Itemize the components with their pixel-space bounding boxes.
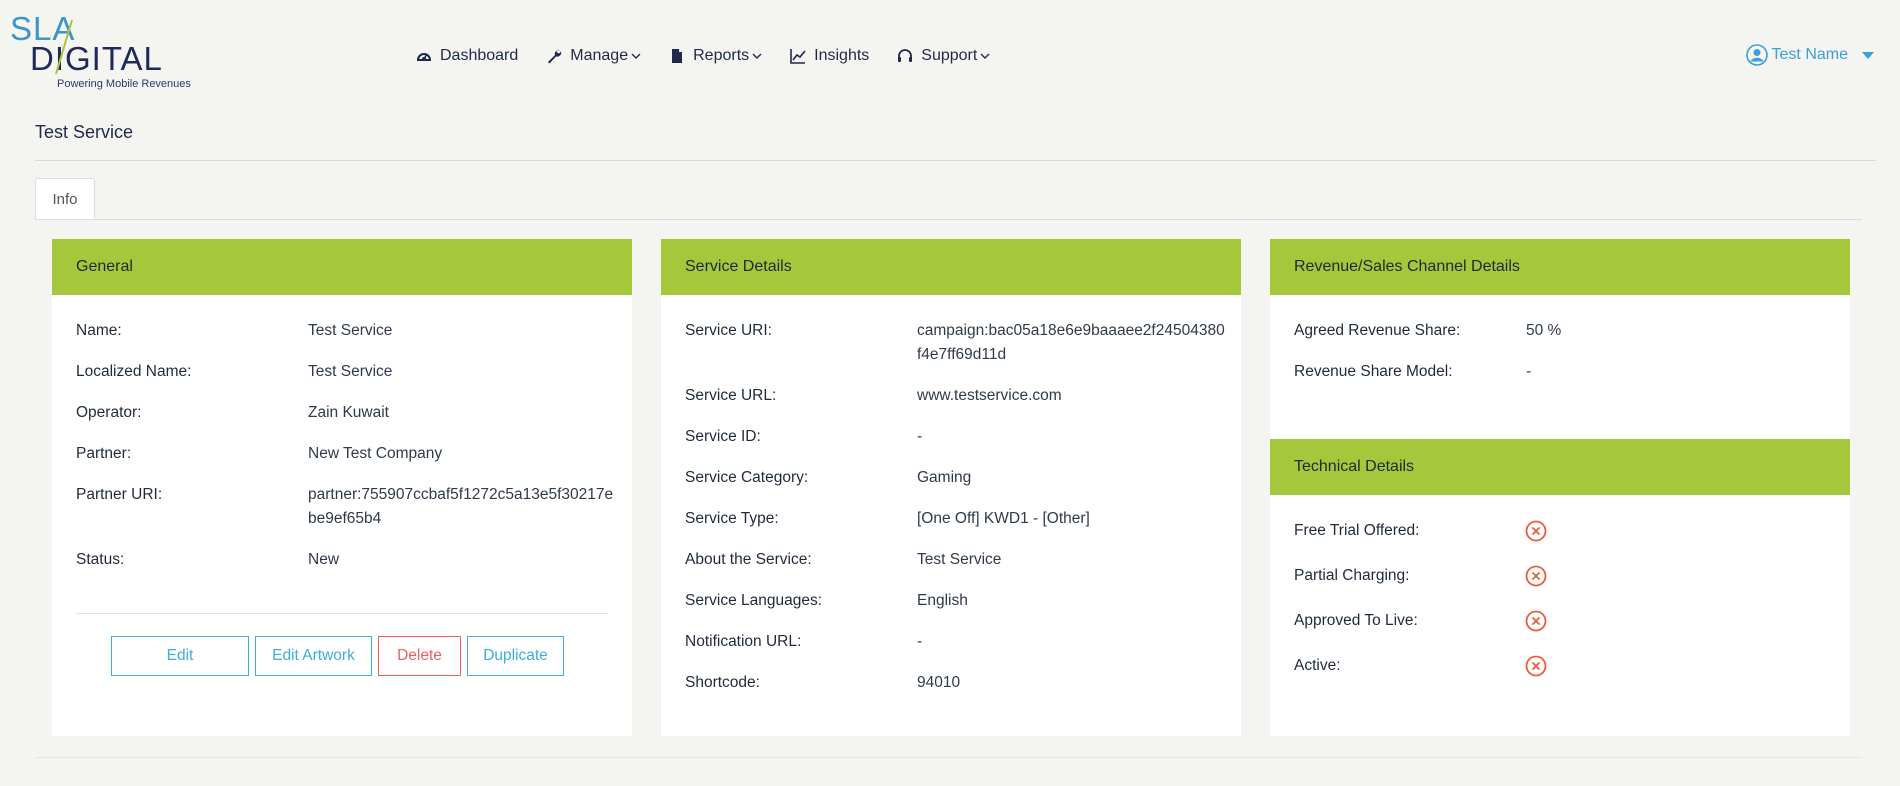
field-value: -	[917, 428, 923, 445]
field-label: Name:	[76, 322, 122, 339]
field-label: Notification URL:	[685, 633, 802, 650]
field-value: campaign:bac05a18e6e9baaaee2f24504380f4e…	[917, 322, 1225, 363]
general-panel: General Name: Test Service Localized Nam…	[52, 239, 632, 736]
field-label: Localized Name:	[76, 363, 192, 380]
field-value: [One Off] KWD1 - [Other]	[917, 510, 1090, 527]
field-label: Service ID:	[685, 428, 761, 445]
nav-reports[interactable]: Reports	[669, 47, 762, 65]
headset-icon	[898, 49, 913, 62]
nav-support[interactable]: Support	[897, 47, 990, 65]
logo-text-bottom: DIGITAL	[30, 40, 163, 77]
wrench-icon	[548, 49, 562, 64]
field-label: Partner URI:	[76, 486, 163, 503]
panel-divider	[76, 613, 608, 614]
top-bar: SLA DIGITAL Powering Mobile Revenues Das…	[0, 0, 1900, 110]
field-label: Status:	[76, 551, 125, 568]
x-circle-icon	[1525, 610, 1547, 632]
field-value: English	[917, 592, 968, 609]
delete-button[interactable]: Delete	[378, 636, 461, 676]
field-value: Gaming	[917, 469, 972, 486]
caret-down-icon	[1862, 51, 1874, 59]
user-menu[interactable]: Test Name	[1745, 44, 1874, 66]
general-panel-header: General	[52, 239, 632, 295]
x-circle-icon	[1525, 565, 1547, 587]
field-value: New Test Company	[308, 445, 443, 462]
nav-insights[interactable]: Insights	[790, 47, 869, 65]
chevron-down-icon	[980, 53, 990, 59]
field-value: Test Service	[308, 363, 393, 380]
field-value: www.testservice.com	[917, 387, 1062, 404]
line-chart-icon	[790, 49, 806, 64]
revenue-panel-header: Revenue/Sales Channel Details	[1270, 239, 1850, 295]
x-circle-icon	[1525, 520, 1547, 542]
field-value: 50 %	[1526, 322, 1562, 339]
file-icon	[672, 49, 683, 63]
field-label: Service URL:	[685, 387, 777, 404]
field-label: Operator:	[76, 404, 142, 421]
field-label: Partner:	[76, 445, 132, 462]
service-details-panel-header: Service Details	[661, 239, 1241, 295]
user-name: Test Name	[1771, 46, 1848, 63]
chevron-down-icon	[631, 53, 641, 59]
field-label: Service Type:	[685, 510, 779, 527]
field-value: New	[308, 551, 340, 568]
footer-divider	[35, 757, 1862, 758]
main-nav: Dashboard Manage Reports Insights Suppor…	[416, 44, 1018, 68]
nav-dashboard[interactable]: Dashboard	[416, 47, 518, 65]
sla-digital-logo[interactable]: SLA DIGITAL Powering Mobile Revenues	[10, 8, 191, 90]
field-label: Agreed Revenue Share:	[1294, 322, 1461, 339]
duplicate-button[interactable]: Duplicate	[467, 636, 564, 676]
field-label: Service Category:	[685, 469, 809, 486]
field-value: Zain Kuwait	[308, 404, 389, 421]
field-value: partner:755907ccbaf5f1272c5a13e5f30217eb…	[308, 486, 614, 527]
technical-panel-header: Technical Details	[1270, 439, 1850, 495]
nav-manage-label: Manage	[570, 47, 629, 64]
edit-artwork-button[interactable]: Edit Artwork	[255, 636, 372, 676]
revenue-technical-panel: Revenue/Sales Channel Details Agreed Rev…	[1270, 239, 1850, 736]
field-label: Service URI:	[685, 322, 772, 339]
field-label: Active:	[1294, 657, 1341, 674]
nav-support-label: Support	[921, 47, 978, 64]
divider	[35, 160, 1876, 161]
dashboard-icon	[417, 53, 431, 61]
nav-manage[interactable]: Manage	[546, 47, 641, 65]
tab-divider	[35, 219, 1862, 220]
field-value: -	[917, 633, 923, 650]
field-value: Test Service	[308, 322, 393, 339]
field-label: Service Languages:	[685, 592, 823, 609]
nav-reports-label: Reports	[693, 47, 750, 64]
field-label: Shortcode:	[685, 674, 760, 691]
logo-mark-icon	[55, 19, 73, 75]
logo-tagline: Powering Mobile Revenues	[57, 78, 191, 90]
chevron-down-icon	[752, 53, 762, 59]
user-avatar-icon	[1745, 44, 1768, 66]
service-details-panel: Service Details Service URI: campaign:ba…	[661, 239, 1241, 736]
field-label: Free Trial Offered:	[1294, 522, 1420, 539]
field-label: Partial Charging:	[1294, 567, 1410, 584]
page-title: Test Service	[35, 122, 134, 142]
field-label: Revenue Share Model:	[1294, 363, 1453, 380]
field-value: Test Service	[917, 551, 1002, 568]
nav-dashboard-label: Dashboard	[440, 47, 519, 64]
field-label: About the Service:	[685, 551, 812, 568]
field-value: 94010	[917, 674, 961, 691]
tab-info[interactable]: Info	[35, 178, 95, 220]
field-label: Approved To Live:	[1294, 612, 1418, 629]
x-circle-icon	[1525, 655, 1547, 677]
edit-button[interactable]: Edit	[111, 636, 249, 676]
field-value: -	[1526, 363, 1532, 380]
nav-insights-label: Insights	[814, 47, 870, 64]
